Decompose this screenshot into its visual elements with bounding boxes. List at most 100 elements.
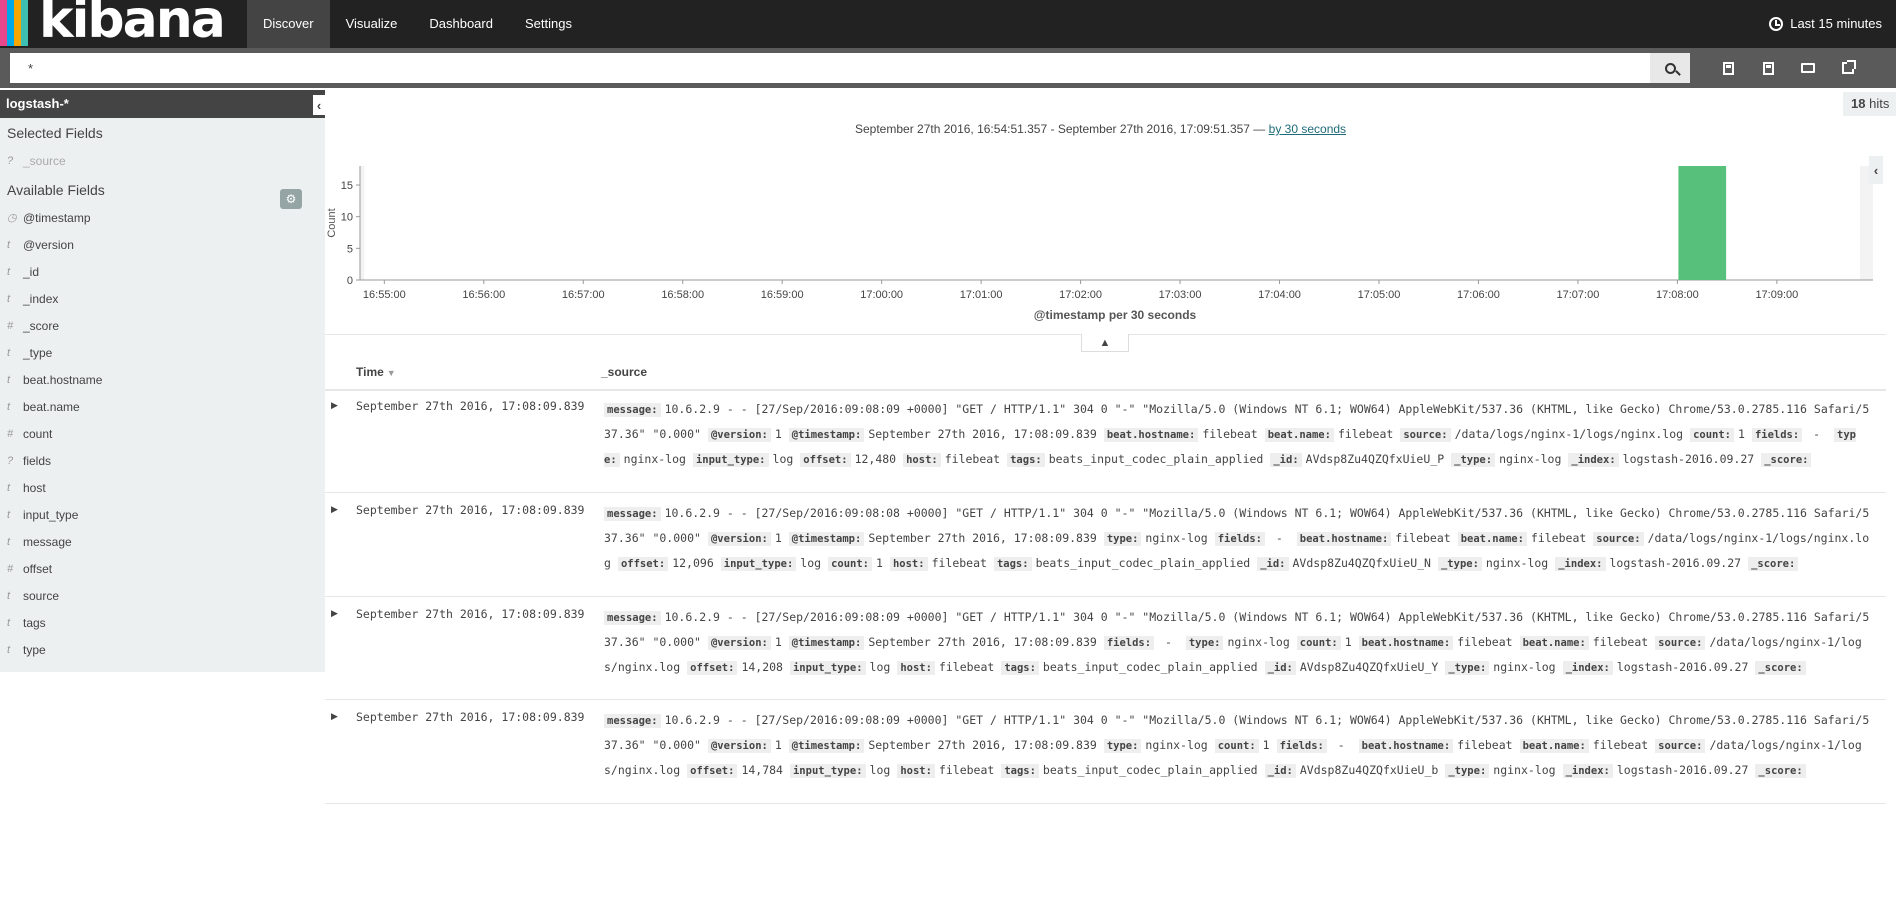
x-tick-label: 17:09:00 [1755, 289, 1798, 301]
share-search-button[interactable] [1836, 56, 1860, 80]
chevron-left-icon: ‹ [1873, 162, 1879, 178]
source-field-key: host: [897, 764, 935, 779]
expand-row-icon[interactable]: ▶ [331, 711, 338, 722]
x-tick-label: 17:03:00 [1159, 289, 1202, 301]
field-type-icon: t [7, 266, 11, 278]
logo-stripes [0, 0, 35, 46]
sidebar-field-item[interactable]: ? _source [0, 148, 325, 175]
search-button[interactable] [1650, 53, 1690, 83]
source-field-value: AVdsp8Zu4QZQfxUieU_Y [1299, 660, 1439, 675]
sidebar-field-item[interactable]: t beat.hostname [0, 367, 325, 394]
sidebar-field-item[interactable]: # _score [0, 313, 325, 340]
sort-down-icon[interactable]: ▼ [387, 368, 396, 378]
source-field-key: message: [604, 507, 661, 521]
source-field-key: fields: [1751, 428, 1803, 443]
save-search-button[interactable] [1756, 56, 1780, 80]
row-source: message: 10.6.2.9 - - [27/Sep/2016:09:08:… [604, 708, 1874, 784]
field-type-icon: t [7, 347, 11, 359]
new-search-button[interactable] [1716, 56, 1740, 80]
timepicker-toggle[interactable]: Last 15 minutes [1769, 0, 1882, 48]
source-field-value: filebeat [1395, 531, 1451, 546]
sidebar-field-item[interactable]: # count [0, 421, 325, 448]
sidebar-field-item[interactable]: t _index [0, 286, 325, 313]
source-field-key: @timestamp: [788, 636, 865, 651]
hits-count: 18 [1851, 96, 1866, 111]
sidebar-field-item[interactable]: t tags [0, 610, 325, 637]
time-column-header[interactable]: Time ▼ [356, 365, 396, 379]
sidebar-field-item[interactable]: ◷ @timestamp [0, 205, 325, 232]
x-tick-label: 16:56:00 [462, 289, 505, 301]
source-field-key: input_type: [720, 557, 797, 572]
sidebar-field-item[interactable]: # offset [0, 556, 325, 583]
source-field-value: log [772, 452, 794, 467]
expand-row-icon[interactable]: ▶ [331, 608, 338, 619]
source-field-key: _type: [1437, 557, 1482, 572]
field-type-icon: ◷ [7, 212, 17, 224]
tab-settings[interactable]: Settings [509, 0, 588, 48]
source-field-value: log [869, 660, 891, 675]
source-field-value: filebeat [1457, 738, 1513, 753]
sidebar-field-item[interactable]: t beat.name [0, 394, 325, 421]
logo-stripe [14, 0, 21, 46]
sidebar-field-item[interactable]: t _type [0, 340, 325, 367]
source-field-key: count: [1214, 739, 1259, 754]
kibana-logo[interactable]: kibana [0, 0, 226, 50]
source-field-key: beat.hostname: [1296, 532, 1392, 547]
source-field-value: AVdsp8Zu4QZQfxUieU_b [1299, 763, 1439, 778]
source-field-key: _score: [1761, 453, 1812, 468]
source-field-key: input_type: [789, 661, 866, 676]
source-field-value: filebeat [1457, 635, 1513, 650]
sidebar-field-item[interactable]: t type [0, 637, 325, 664]
sidebar-field-item[interactable]: t host [0, 475, 325, 502]
sidebar-field-item[interactable]: ? fields [0, 448, 325, 475]
source-field-value: nginx-log [1145, 531, 1208, 546]
expand-row-icon[interactable]: ▶ [331, 400, 338, 411]
field-name: type [23, 643, 46, 657]
sidebar-field-item[interactable]: t message [0, 529, 325, 556]
logo-text: kibana [39, 0, 226, 50]
hits-counter: 18 hits [1843, 92, 1896, 116]
y-axis-label: Count [326, 208, 338, 237]
open-search-button[interactable] [1796, 56, 1820, 80]
source-field-value: AVdsp8Zu4QZQfxUieU_P [1305, 452, 1445, 467]
search-input[interactable] [10, 53, 1650, 83]
source-field-key: _index: [1562, 764, 1613, 779]
source-field-key: offset: [687, 661, 738, 676]
x-tick-label: 17:00:00 [860, 289, 903, 301]
source-field-value: September 27th 2016, 17:08:09.839 [868, 738, 1097, 753]
source-field-key: source: [1400, 428, 1451, 443]
tab-dashboard[interactable]: Dashboard [413, 0, 509, 48]
index-pattern-selector[interactable]: logstash-* [0, 90, 325, 118]
source-field-value: September 27th 2016, 17:08:09.839 [868, 427, 1097, 442]
source-field-key: input_type: [692, 453, 769, 468]
source-field-value: beats_input_codec_plain_applied [1042, 660, 1258, 675]
field-type-icon: t [7, 293, 11, 305]
field-name: beat.hostname [23, 373, 103, 387]
open-search-icon [1801, 63, 1815, 73]
field-type-icon: # [7, 563, 14, 575]
sidebar-field-item[interactable]: t _id [0, 259, 325, 286]
sidebar-field-item[interactable]: t input_type [0, 502, 325, 529]
source-field-key: beat.hostname: [1358, 739, 1454, 754]
field-type-icon: t [7, 374, 11, 386]
sidebar-field-item[interactable]: t source [0, 583, 325, 610]
row-time: September 27th 2016, 17:08:09.839 [356, 503, 585, 517]
x-tick-label: 16:55:00 [363, 289, 406, 301]
tab-discover[interactable]: Discover [247, 0, 330, 48]
source-field-key: _type: [1445, 661, 1490, 676]
source-field-value: filebeat [938, 763, 995, 778]
toggle-chart-button[interactable]: ▲ [1081, 334, 1129, 352]
sidebar-field-item[interactable]: t @version [0, 232, 325, 259]
field-type-icon: ? [7, 155, 14, 167]
source-field-key: tags: [993, 557, 1032, 572]
field-type-icon: t [7, 617, 11, 629]
expand-row-icon[interactable]: ▶ [331, 504, 338, 515]
source-field-value: AVdsp8Zu4QZQfxUieU_N [1292, 556, 1431, 571]
interval-link[interactable]: by 30 seconds [1269, 122, 1346, 136]
field-settings-button[interactable]: ⚙ [280, 189, 302, 209]
logo-stripe [28, 0, 35, 46]
source-field-key: type: [1103, 739, 1142, 754]
collapse-sidebar-button[interactable]: ‹ [313, 95, 325, 115]
collapse-chart-panel-button[interactable]: ‹ [1869, 156, 1883, 184]
tab-visualize[interactable]: Visualize [330, 0, 414, 48]
